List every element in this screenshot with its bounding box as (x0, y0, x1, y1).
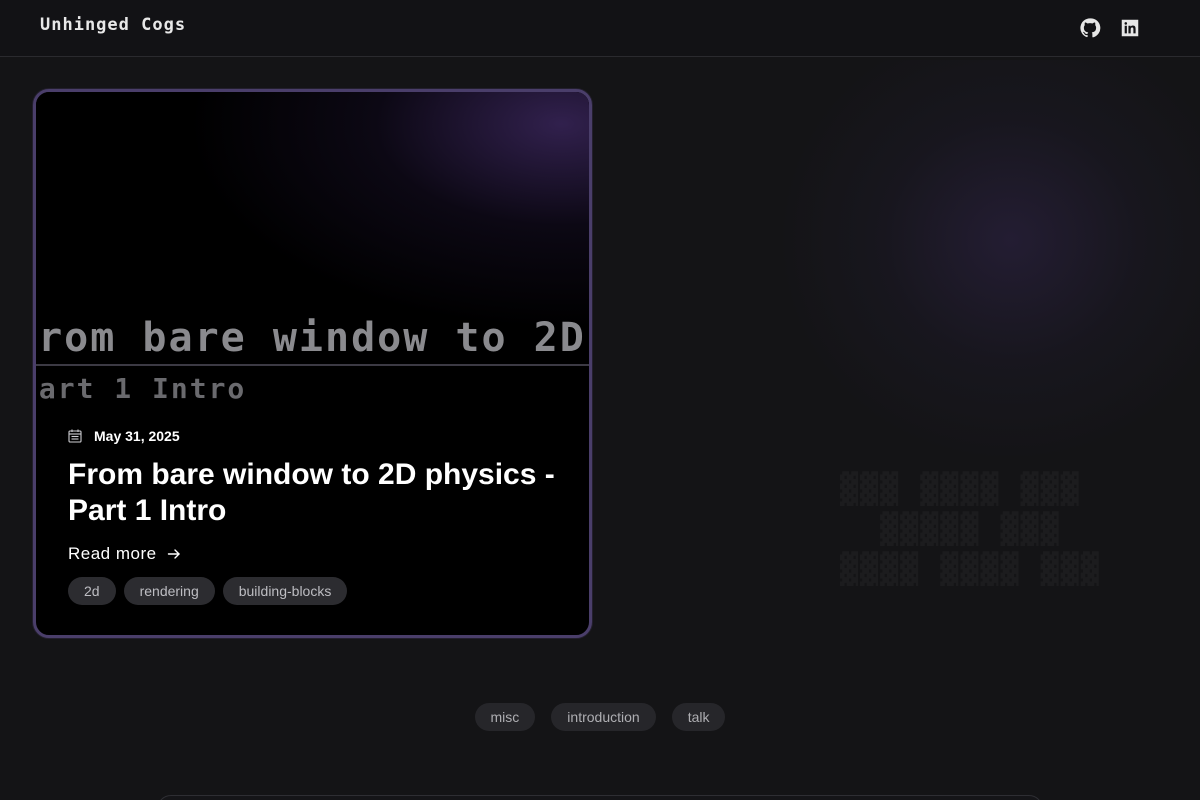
cover-divider (36, 364, 589, 366)
filter-tag-misc[interactable]: misc (474, 703, 536, 731)
background-ghost-text: ▓▓▓ ▓▓▓▓ ▓▓▓ ▓▓▓▓▓ ▓▓▓ ▓▓▓▓ ▓▓▓▓ ▓▓▓ (840, 470, 1200, 590)
site-logo[interactable]: Unhinged Cogs (40, 15, 186, 39)
filter-tag-introduction[interactable]: introduction (551, 703, 656, 731)
bottom-panel (157, 795, 1043, 800)
background-glow (780, 60, 1200, 460)
tag-filter-bar: misc introduction talk (0, 703, 1200, 731)
linkedin-icon (1121, 19, 1139, 37)
arrow-right-icon (167, 549, 180, 559)
calendar-icon (68, 429, 82, 443)
tag-rendering[interactable]: rendering (123, 577, 215, 605)
site-header: Unhinged Cogs (0, 0, 1200, 57)
read-more-link[interactable]: Read more (68, 543, 181, 565)
tag-2d[interactable]: 2d (68, 577, 116, 605)
linkedin-link[interactable] (1119, 17, 1141, 39)
post-title[interactable]: From bare window to 2D physics - Part 1 … (68, 457, 568, 529)
filter-tag-talk[interactable]: talk (671, 703, 726, 731)
tag-building-blocks[interactable]: building-blocks (222, 577, 348, 605)
post-tags: 2d rendering building-blocks (68, 577, 348, 605)
post-date: May 31, 2025 (68, 427, 180, 445)
cover-ticker-title: From bare window to 2D physics (36, 315, 589, 361)
post-date-text: May 31, 2025 (94, 428, 180, 444)
read-more-label: Read more (68, 544, 157, 563)
post-card[interactable]: From bare window to 2D physics Part 1 In… (33, 89, 592, 638)
github-icon (1080, 18, 1101, 38)
cover-ticker-subtitle: Part 1 Intro (36, 372, 247, 405)
github-link[interactable] (1079, 17, 1101, 39)
post-cover-animation: From bare window to 2D physics Part 1 In… (36, 92, 589, 412)
